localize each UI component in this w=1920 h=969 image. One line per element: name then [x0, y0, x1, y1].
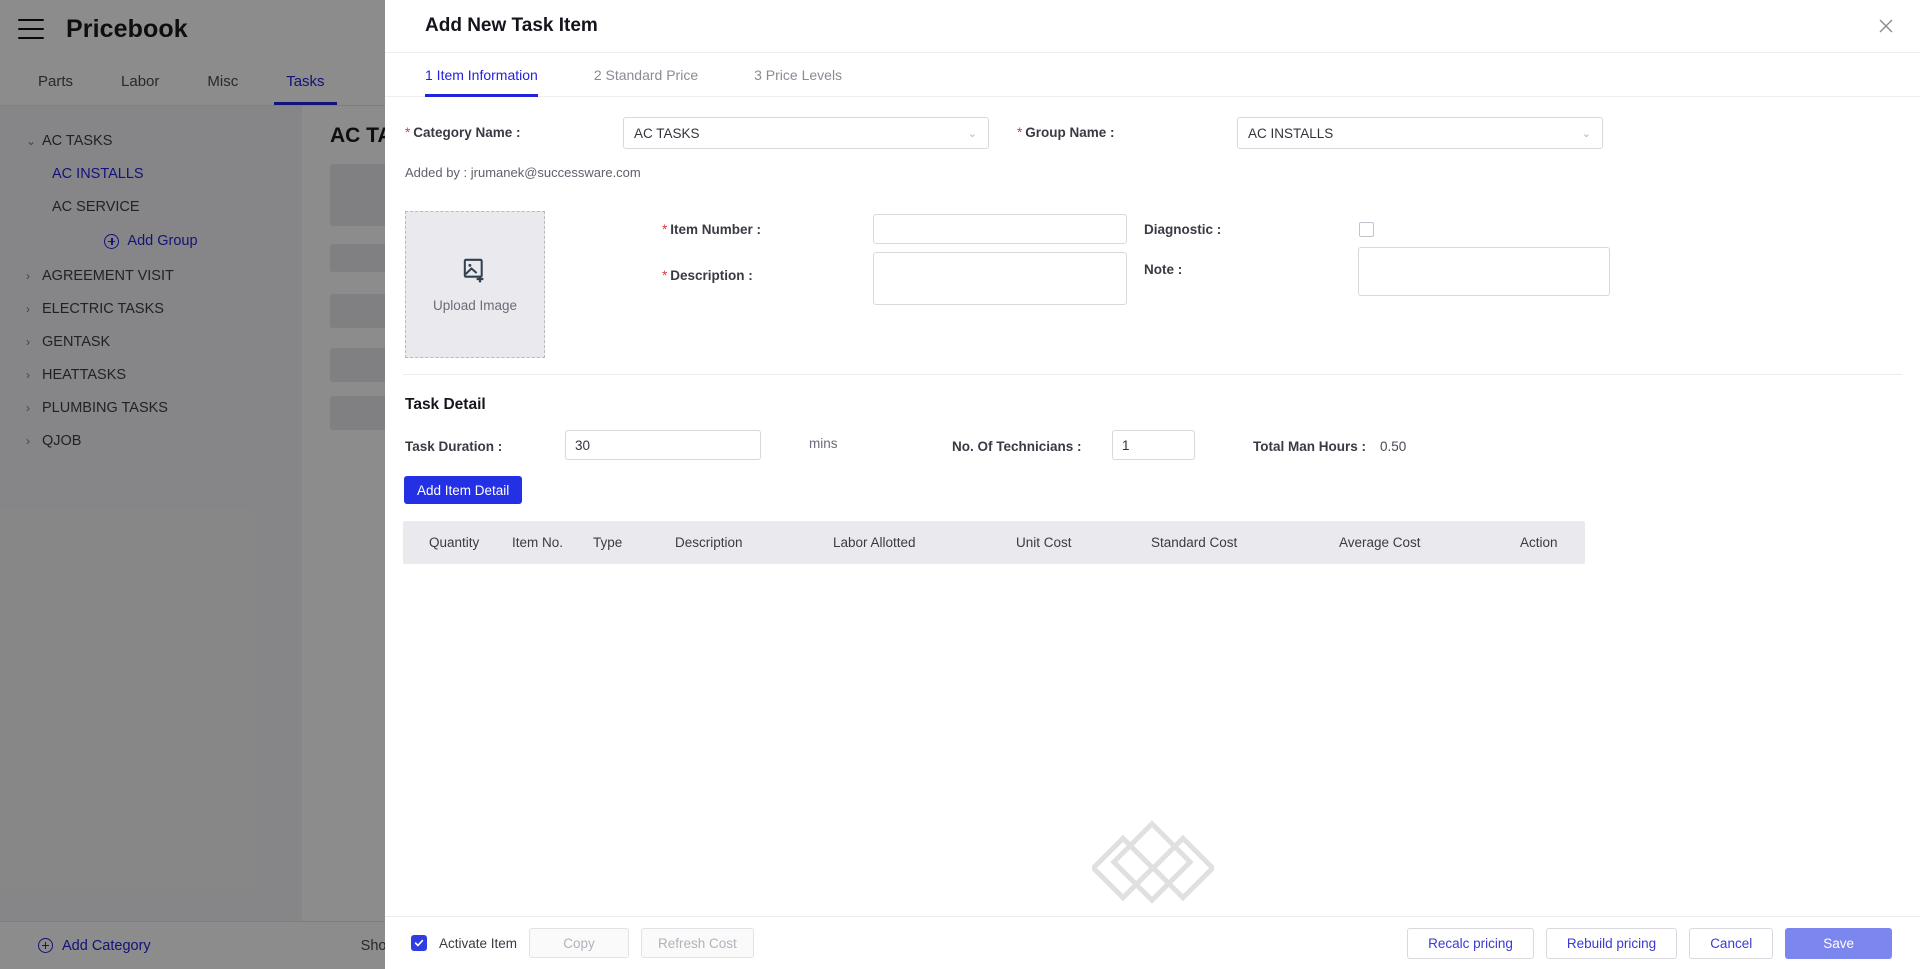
chevron-down-icon: ⌄	[1581, 127, 1591, 140]
task-duration-input[interactable]	[565, 430, 761, 460]
technicians-input[interactable]	[1112, 430, 1195, 460]
item-number-label: * Item Number :	[662, 222, 762, 237]
task-detail-heading: Task Detail	[405, 396, 486, 413]
recalc-pricing-button[interactable]: Recalc pricing	[1407, 927, 1534, 959]
category-name-select[interactable]: AC TASKS ⌄	[623, 117, 989, 149]
activate-item-label: Activate Item	[439, 935, 518, 951]
category-name-label: * Category Name :	[405, 125, 521, 140]
column-header-item-no: Item No.	[512, 535, 564, 550]
description-label: * Description :	[662, 268, 753, 283]
copy-button[interactable]: Copy	[529, 928, 630, 958]
tab-price-levels[interactable]: 3 Price Levels	[754, 53, 842, 96]
required-asterisk: *	[662, 222, 668, 237]
column-header-labor-allotted: Labor Allotted	[833, 535, 916, 550]
activate-item-checkbox[interactable]	[411, 935, 427, 951]
item-detail-table-header: Quantity Item No. Type Description Labor…	[403, 521, 1585, 564]
item-number-input[interactable]	[873, 214, 1127, 244]
task-duration-label: Task Duration :	[405, 439, 503, 454]
category-group-row: * Category Name : AC TASKS ⌄ * Group Name …	[385, 117, 1920, 151]
required-asterisk: *	[1017, 125, 1023, 140]
dialog-footer-left: Activate Item Copy Refresh Cost	[411, 928, 754, 958]
technicians-label: No. Of Technicians :	[952, 439, 1082, 454]
column-header-unit-cost: Unit Cost	[1016, 535, 1072, 550]
note-label: Note :	[1144, 262, 1183, 277]
dialog-header: Add New Task Item	[385, 0, 1920, 52]
upload-image-dropzone[interactable]: Upload Image	[405, 211, 545, 358]
save-button[interactable]: Save	[1785, 927, 1892, 959]
dialog-footer: Activate Item Copy Refresh Cost Recalc p…	[385, 916, 1920, 969]
required-asterisk: *	[662, 268, 668, 283]
tab-standard-price[interactable]: 2 Standard Price	[594, 53, 698, 96]
dialog-footer-right: Recalc pricing Rebuild pricing Cancel Sa…	[1407, 927, 1892, 959]
column-header-description: Description	[675, 535, 743, 550]
diagnostic-checkbox[interactable]	[1359, 222, 1374, 237]
diagnostic-label: Diagnostic :	[1144, 222, 1222, 237]
total-man-hours-value: 0.50	[1380, 439, 1407, 454]
add-item-detail-button[interactable]: Add Item Detail	[404, 476, 523, 504]
dialog-step-tabs: 1 Item Information 2 Standard Price 3 Pr…	[385, 52, 1920, 97]
column-header-average-cost: Average Cost	[1339, 535, 1421, 550]
chevron-down-icon: ⌄	[967, 127, 977, 140]
total-man-hours-label: Total Man Hours :	[1253, 439, 1366, 454]
dialog-title: Add New Task Item	[425, 15, 598, 36]
upload-image-label: Upload Image	[432, 297, 518, 313]
note-textarea[interactable]	[1358, 247, 1610, 296]
group-name-value: AC INSTALLS	[1248, 125, 1334, 141]
group-name-select[interactable]: AC INSTALLS ⌄	[1237, 117, 1603, 149]
required-asterisk: *	[405, 125, 411, 140]
group-name-label: * Group Name :	[1017, 125, 1115, 140]
dialog-body: * Category Name : AC TASKS ⌄ * Group Name …	[385, 97, 1920, 916]
watermark-logo	[1089, 813, 1216, 910]
category-name-value: AC TASKS	[634, 125, 700, 141]
add-new-task-item-dialog: Add New Task Item 1 Item Information 2 S…	[385, 0, 1920, 969]
tab-item-information[interactable]: 1 Item Information	[425, 53, 538, 97]
column-header-type: Type	[593, 535, 623, 550]
column-header-standard-cost: Standard Cost	[1151, 535, 1238, 550]
close-icon[interactable]	[1874, 14, 1898, 38]
cancel-button[interactable]: Cancel	[1689, 927, 1774, 959]
section-divider	[403, 374, 1902, 375]
column-header-quantity: Quantity	[429, 535, 480, 550]
rebuild-pricing-button[interactable]: Rebuild pricing	[1545, 927, 1678, 959]
column-header-action: Action	[1520, 535, 1558, 550]
image-add-icon	[462, 257, 489, 289]
added-by-label: Added by : jrumanek@successware.com	[405, 165, 641, 180]
refresh-cost-button[interactable]: Refresh Cost	[641, 928, 754, 958]
description-textarea[interactable]	[873, 252, 1127, 305]
item-detail-table-body	[403, 564, 1585, 584]
duration-unit-label: mins	[809, 436, 838, 451]
